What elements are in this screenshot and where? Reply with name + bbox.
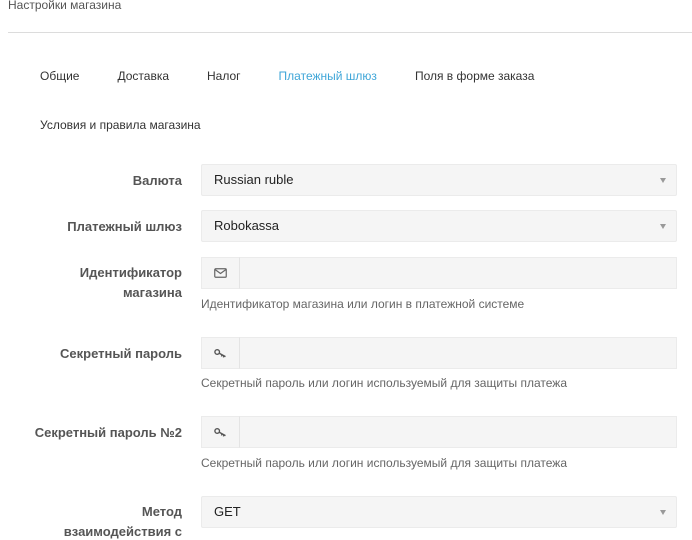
settings-page: Настройки магазина Общие Доставка Налог … [0, 0, 692, 540]
secret-input-group [201, 337, 677, 369]
chevron-down-icon [660, 178, 666, 183]
method-label-line1: Метод [141, 504, 182, 519]
currency-select[interactable]: Russian ruble [201, 164, 677, 196]
key-icon [201, 416, 239, 448]
key-icon [201, 337, 239, 369]
tab-terms-and-conditions[interactable]: Условия и правила магазина [40, 117, 201, 133]
shop-id-label-line1: Идентификатор [79, 265, 182, 280]
tab-shipping[interactable]: Доставка [117, 68, 169, 84]
secret2-input-group [201, 416, 677, 448]
secret-input[interactable] [239, 337, 677, 369]
header-divider [8, 32, 692, 33]
secret2-input[interactable] [239, 416, 677, 448]
gateway-select[interactable]: Robokassa [201, 210, 677, 242]
chevron-down-icon [660, 224, 666, 229]
method-label: Метод взаимодействия с [2, 502, 182, 540]
envelope-icon [201, 257, 239, 289]
gateway-value: Robokassa [214, 218, 280, 233]
currency-value: Russian ruble [214, 172, 294, 187]
shop-id-help: Идентификатор магазина или логин в плате… [201, 297, 525, 311]
method-value: GET [214, 504, 241, 519]
tab-general[interactable]: Общие [40, 68, 79, 84]
tab-tax[interactable]: Налог [207, 68, 241, 84]
secret2-help: Секретный пароль или логин используемый … [201, 456, 567, 470]
shop-id-input-group [201, 257, 677, 289]
tab-payment-gateway[interactable]: Платежный шлюз [279, 68, 377, 84]
tab-order-form-fields[interactable]: Поля в форме заказа [415, 68, 534, 84]
tab-bar: Общие Доставка Налог Платежный шлюз Поля… [40, 68, 534, 84]
shop-id-label-line2: магазина [122, 285, 182, 300]
secret2-label: Секретный пароль №2 [34, 425, 182, 440]
page-title: Настройки магазина [8, 0, 122, 12]
currency-label: Валюта [132, 173, 182, 188]
shop-id-input[interactable] [239, 257, 677, 289]
chevron-down-icon [660, 510, 666, 515]
secret-help: Секретный пароль или логин используемый … [201, 376, 567, 390]
gateway-label: Платежный шлюз [67, 219, 182, 234]
shop-id-label: Идентификатор магазина [2, 263, 182, 303]
method-select[interactable]: GET [201, 496, 677, 528]
secret-label: Секретный пароль [60, 346, 182, 361]
method-label-line2: взаимодействия с [63, 524, 182, 539]
